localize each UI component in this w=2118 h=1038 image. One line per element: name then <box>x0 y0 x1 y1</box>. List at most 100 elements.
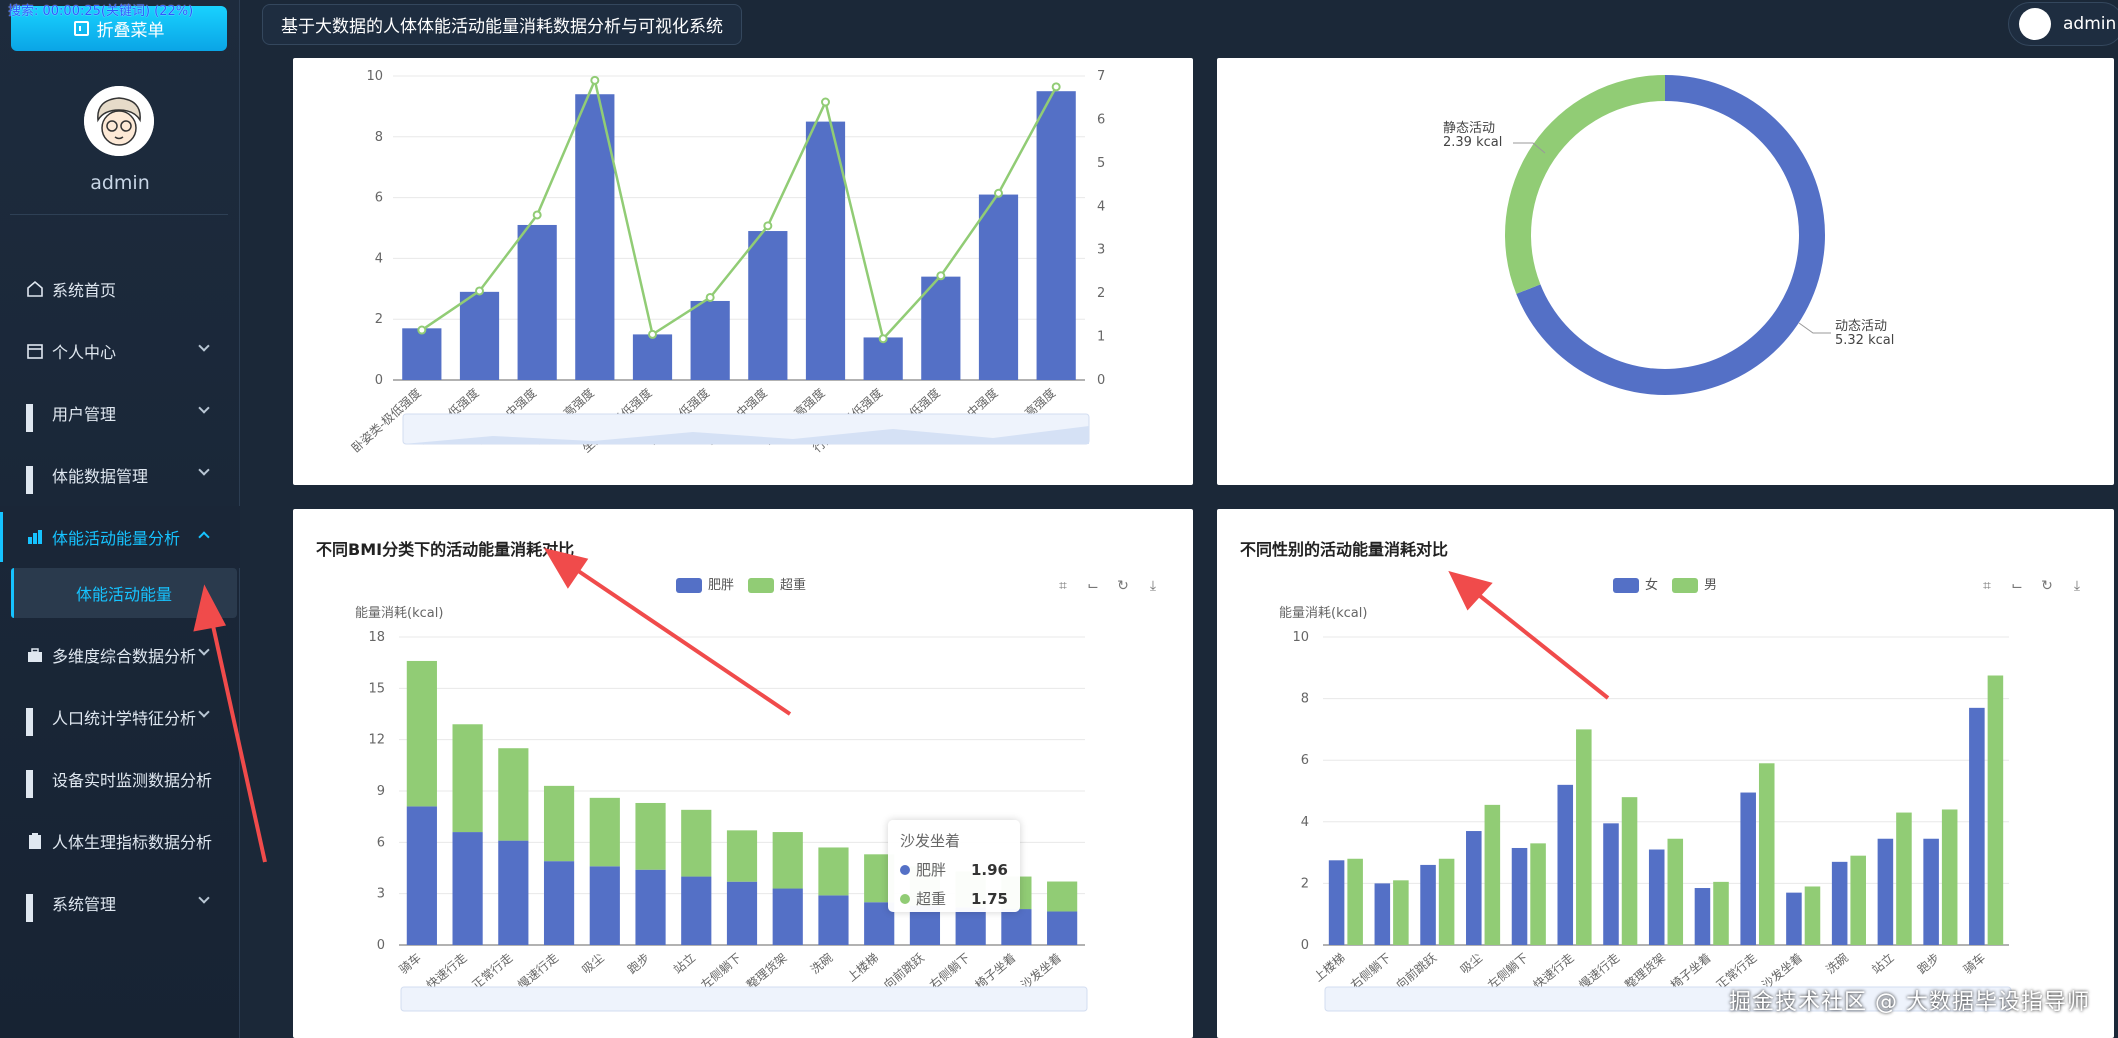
avatar[interactable] <box>84 86 154 156</box>
y2-tick-label: 3 <box>1097 243 1105 258</box>
x-tick-label: 跑步 <box>625 951 652 977</box>
x-tick-label: 站立 <box>1869 950 1897 977</box>
grid-icon <box>26 466 44 494</box>
x-tick-label: 快速行走 <box>1531 951 1577 993</box>
grid-icon <box>26 708 44 736</box>
chevron-down-icon <box>198 402 210 414</box>
bar <box>1438 858 1455 945</box>
bar <box>402 328 442 380</box>
bar <box>772 888 803 945</box>
line-point <box>994 188 1003 198</box>
bar <box>1047 881 1078 912</box>
sidebar-item-energy-analysis[interactable]: 体能活动能量分析 <box>0 506 240 568</box>
sidebar-item-label: 人口统计学特征分析 <box>52 709 197 728</box>
bar <box>1941 809 1958 945</box>
line-point <box>532 210 542 220</box>
y2-tick-label: 0 <box>1097 373 1105 388</box>
bar <box>1347 858 1363 945</box>
y2-tick-label: 6 <box>1097 112 1105 127</box>
grid-icon <box>26 770 44 798</box>
bar <box>1713 881 1729 945</box>
y-tick-label: 4 <box>375 251 383 266</box>
line-point <box>417 325 427 335</box>
zoom-slider <box>400 986 1088 1012</box>
bar <box>632 334 673 380</box>
bar <box>681 876 712 945</box>
x-tick-label: 左侧躺下 <box>1484 950 1530 992</box>
briefcase-icon <box>28 648 42 662</box>
x-tick-label: 左侧躺下 <box>698 950 744 992</box>
bar <box>1576 729 1592 945</box>
x-tick-label: 慢速行走 <box>515 951 561 993</box>
grid-icon <box>26 894 44 922</box>
y-tick-label: 9 <box>377 784 385 799</box>
bar <box>1621 797 1638 945</box>
sidebar-item-device-monitoring[interactable]: 设备实时监测数据分析 <box>0 748 240 810</box>
x-tick-label: 跑步 <box>1915 951 1942 977</box>
y-axis-label: 能量消耗(kcal) <box>355 606 443 621</box>
sidebar-item-label: 体能数据管理 <box>52 467 149 486</box>
sidebar-item-label: 系统管理 <box>52 895 117 914</box>
line-point <box>590 75 600 85</box>
x-tick-label: 右侧躺下 <box>926 950 972 992</box>
chevron-down-icon <box>198 644 210 656</box>
sidebar-item-label: 设备实时监测数据分析 <box>52 771 213 790</box>
bar <box>1850 855 1866 945</box>
bar <box>1758 763 1775 945</box>
tooltip-value: 1.96 <box>970 860 1008 879</box>
activity-type-donut-chart: 静态活动2.39 kcal 动态活动5.32 kcal <box>1443 75 1894 395</box>
line-series <box>421 76 1058 342</box>
sidebar-divider <box>10 214 228 215</box>
bar <box>1557 784 1574 945</box>
home-icon <box>27 280 43 297</box>
y2-tick-label: 7 <box>1097 69 1105 84</box>
bar <box>498 840 529 945</box>
bar <box>452 832 483 945</box>
x-tick-label: 上楼梯 <box>1311 950 1348 985</box>
bar <box>681 809 712 877</box>
sidebar-item-fitness-data[interactable]: 体能数据管理 <box>0 444 240 506</box>
bar <box>1831 861 1848 945</box>
tooltip-value: 1.75 <box>970 889 1008 908</box>
x-tick-label: 骑车 <box>396 950 424 977</box>
bmi-stacked-bar-chart: 能量消耗(kcal) 0 3 6 9 12 15 18 骑车 快速行走 正常行走 慢速行走 吸尘 跑步 站立… <box>355 606 1088 1012</box>
sidebar-item-system-management[interactable]: 系统管理 <box>0 872 240 934</box>
sidebar-subitem-energy[interactable]: 体能活动能量 <box>11 568 237 618</box>
y-tick-label: 15 <box>368 681 385 696</box>
gender-grouped-bar-chart: 能量消耗(kcal) 0 2 4 6 8 10 上楼梯 右侧躺下 向前跳跃 吸尘 左侧躺下 快速行走 慢速… <box>1279 606 2012 1012</box>
x-tick-label: 骑车 <box>1960 950 1988 977</box>
sidebar-item-home[interactable]: 系统首页 <box>0 258 240 320</box>
y-tick-label: 0 <box>1301 938 1309 953</box>
bar <box>1987 675 2004 945</box>
bar <box>748 231 788 380</box>
x-tick-label: 正常行走 <box>469 951 515 993</box>
bar <box>1740 792 1756 945</box>
sidebar-item-multidim-analysis[interactable]: 多维度综合数据分析 <box>0 624 240 686</box>
bar <box>1667 838 1684 945</box>
avatar-image <box>84 86 154 156</box>
bar <box>1374 883 1391 945</box>
bar <box>1969 707 1985 945</box>
x-tick-label: 吸尘 <box>1458 951 1485 977</box>
user-menu[interactable]: admin <box>2008 2 2118 46</box>
slice-value: 5.32 kcal <box>1835 333 1894 348</box>
tooltip-label: 超重 <box>916 890 947 908</box>
sidebar-item-demographic-analysis[interactable]: 人口统计学特征分析 <box>0 686 240 748</box>
panel-activity-type-chart: 静态活动 2.39 kcal 动态活动 5.32 kcal <box>1217 58 2114 485</box>
sidebar-item-physiology-analysis[interactable]: 人体生理指标数据分析 <box>0 810 240 872</box>
y-tick-label: 6 <box>1301 753 1309 768</box>
collapse-menu-label: 折叠菜单 <box>96 21 165 41</box>
bar <box>1047 911 1078 945</box>
donut-slice <box>1505 75 1665 294</box>
bar <box>1530 843 1546 945</box>
sidebar-item-user-management[interactable]: 用户管理 <box>0 382 240 444</box>
bar <box>635 802 666 870</box>
sidebar: 折叠菜单 搜索: 00:00:25(关键词) (22%) admin 系统首页 … <box>0 0 240 1038</box>
y-tick-label: 8 <box>1301 692 1309 707</box>
x-tick-label: 吸尘 <box>579 951 606 977</box>
bar <box>726 830 758 882</box>
y-tick-label: 6 <box>375 191 383 206</box>
sidebar-item-personal-center[interactable]: 个人中心 <box>0 320 240 382</box>
bar <box>635 869 666 945</box>
tooltip-title: 沙发坐着 <box>900 832 961 850</box>
